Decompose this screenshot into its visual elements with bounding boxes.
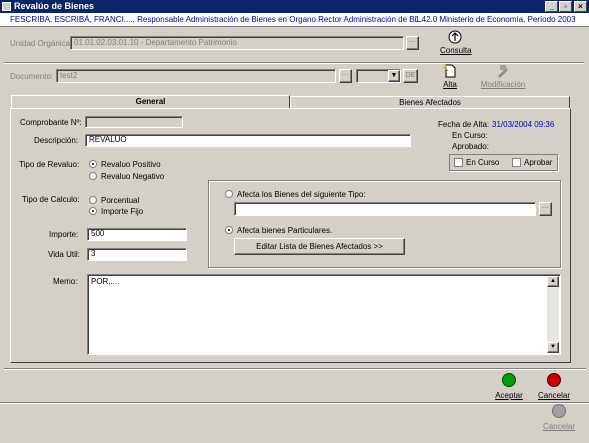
unidad-label: Unidad Orgánica: [10,39,73,48]
afecta-particulares-radio[interactable] [225,226,233,234]
importe-field[interactable]: 500 [87,228,187,241]
aprobar-checkbox[interactable] [512,158,521,167]
en-curso-checkbox-label: En Curso [466,158,500,167]
tipo-revaluo-label: Tipo de Revaluo: [19,160,80,169]
memo-field[interactable]: POR,.... [87,274,561,355]
revaluo-positivo-radio[interactable] [89,160,97,168]
modificacion-label: Modificación [480,80,526,89]
minimize-button[interactable]: _ [545,1,558,12]
porcentual-label: Porcentual [101,196,140,205]
descripcion-field[interactable]: REVALUO [85,134,411,147]
version-info: 1.42.0 Ministerio de Economía, Período 2… [415,15,576,24]
documento-label: Documento: [10,72,54,81]
vida-util-field[interactable]: 3 [87,248,187,261]
unidad-field[interactable]: 01.01.02.03.01.10 - Departamento Patrimo… [70,36,404,50]
tipo-calculo-label: Tipo de Calculo: [22,195,80,204]
consulta-icon [448,30,462,44]
de-button[interactable]: DE [403,69,418,83]
new-document-icon [443,64,456,78]
afecta-tipo-label: Afecta los Bienes del siguiente Tipo: [237,190,366,199]
maximize-button[interactable]: ▫ [559,1,572,12]
window-title: Revalúo de Bienes [14,1,95,11]
memo-label: Memo: [53,277,78,286]
en-curso-checkbox[interactable] [454,158,463,167]
revaluo-negativo-radio[interactable] [89,172,97,180]
tipo-bien-browse-button[interactable]: ⋯ [539,202,552,216]
edit-icon [498,65,508,78]
tipo-bien-field[interactable] [234,202,536,216]
afecta-tipo-radio[interactable] [225,190,233,198]
cancelar-secondary-button[interactable]: Cancelar [537,404,581,438]
aprobar-checkbox-label: Aprobar [524,158,553,167]
importe-fijo-radio[interactable] [89,207,97,215]
en-curso-status-label: En Curso: [452,131,488,140]
title-bar: Revalúo de Bienes _ ▫ × [0,0,589,13]
alta-button[interactable]: Alta [437,64,463,90]
cancelar-label: Cancelar [537,391,570,400]
scroll-up-icon[interactable]: ▲ [547,276,559,287]
chevron-down-icon[interactable]: ▼ [388,70,400,82]
info-bar: FESCRIBA, ESCRIBÁ, FRANCI...., Responsab… [0,13,589,27]
red-light-icon [547,373,561,387]
scroll-down-icon[interactable]: ▼ [547,342,559,353]
documento-browse-button[interactable]: ⋯ [339,69,352,83]
fecha-alta-value: 31/03/2004 09:36 [492,120,555,129]
aceptar-button[interactable]: Aceptar [489,373,529,401]
comprobante-label: Comprobante Nº: [20,118,82,127]
tab-general[interactable]: General [11,95,290,109]
afecta-particulares-label: Afecta bienes Particulares. [237,226,333,235]
importe-fijo-label: Importe Fijo [101,207,144,216]
consulta-button[interactable]: Consulta [440,30,472,58]
memo-text: POR,.... [91,277,120,286]
green-light-icon [502,373,516,387]
aprobado-status-label: Aprobado: [452,142,489,151]
editar-lista-button[interactable]: Editar Lista de Bienes Afectados >> [234,238,405,255]
cancelar-button[interactable]: Cancelar [534,373,574,401]
porcentual-radio[interactable] [89,196,97,204]
comprobante-field[interactable] [85,116,183,128]
unidad-browse-button[interactable]: ⋯ [406,36,419,50]
revaluo-negativo-label: Revaluo Negativo [101,172,165,181]
vida-util-label: Vida Util: [48,250,80,259]
bottom-bar [0,402,589,443]
aceptar-label: Aceptar [495,391,523,400]
documento-field[interactable]: test2 [56,69,336,83]
gray-light-icon [552,404,566,418]
alta-label: Alta [443,80,457,89]
revaluo-positivo-label: Revaluo Positivo [101,160,161,169]
modificacion-button[interactable]: Modificación [480,64,526,90]
fecha-alta-label: Fecha de Alta: [438,120,490,129]
importe-label: Importe: [49,230,79,239]
cancelar-secondary-label: Cancelar [542,422,575,431]
close-button[interactable]: × [574,1,587,12]
descripcion-label: Descripción: [34,136,79,145]
app-icon [2,2,11,11]
consulta-label: Consulta [440,46,472,55]
user-info: FESCRIBA, ESCRIBÁ, FRANCI...., Responsab… [10,15,424,24]
